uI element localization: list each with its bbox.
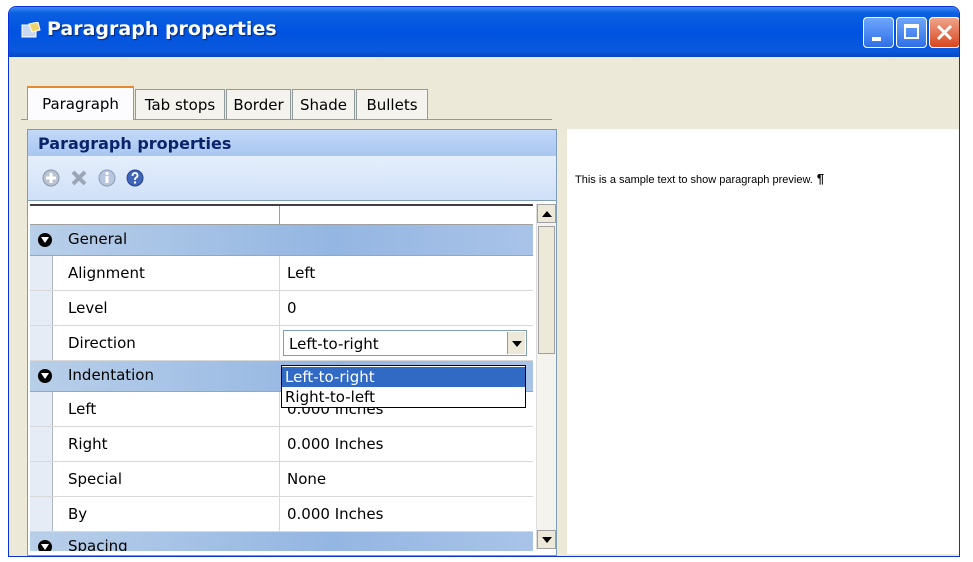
- paragraph-properties-window: Paragraph properties Paragraph Tab stops…: [8, 6, 960, 557]
- scroll-up-button[interactable]: [537, 204, 556, 223]
- grid-header: [30, 206, 533, 225]
- chevron-down-icon: [41, 544, 49, 550]
- property-value[interactable]: 0: [287, 299, 297, 317]
- maximize-button[interactable]: [896, 17, 927, 48]
- paragraph-mark: ¶: [816, 171, 825, 186]
- tab-border[interactable]: Border: [226, 89, 291, 119]
- help-icon[interactable]: [126, 169, 144, 187]
- dropdown-option-right-to-left[interactable]: Right-to-left: [282, 387, 525, 407]
- tab-strip: Paragraph Tab stops Border Shade Bullets: [21, 77, 552, 120]
- tab-bullets[interactable]: Bullets: [356, 89, 428, 119]
- paragraph-app-icon: [21, 22, 41, 38]
- column-separator: [279, 427, 280, 461]
- category-label: General: [68, 230, 128, 248]
- delete-icon[interactable]: [70, 169, 88, 187]
- row-gutter: [30, 497, 53, 531]
- property-name: By: [68, 505, 88, 523]
- column-separator: [279, 462, 280, 496]
- window-title: Paragraph properties: [47, 18, 277, 40]
- property-name: Alignment: [68, 264, 145, 282]
- property-name: Right: [68, 435, 108, 453]
- tab-shade[interactable]: Shade: [292, 89, 355, 119]
- maximize-icon: [904, 24, 919, 39]
- property-value[interactable]: Left: [287, 264, 315, 282]
- dropdown-button[interactable]: [507, 332, 525, 354]
- info-icon[interactable]: [98, 169, 116, 187]
- add-icon[interactable]: [42, 169, 60, 187]
- scroll-thumb[interactable]: [538, 226, 555, 354]
- tab-border-label: Border: [233, 95, 284, 114]
- collapse-toggle-icon[interactable]: [38, 540, 52, 551]
- chevron-down-icon: [41, 237, 49, 243]
- property-value[interactable]: 0.000 Inches: [287, 505, 383, 523]
- direction-select-value: Left-to-right: [289, 335, 379, 353]
- tab-shade-label: Shade: [300, 95, 347, 114]
- row-gutter: [30, 462, 53, 496]
- direction-dropdown-list: Left-to-right Right-to-left: [281, 365, 526, 408]
- title-bar[interactable]: Paragraph properties: [9, 7, 959, 57]
- close-button[interactable]: [929, 17, 959, 48]
- direction-select[interactable]: Left-to-right: [283, 330, 527, 356]
- property-name: Direction: [68, 334, 136, 352]
- row-gutter: [30, 392, 53, 426]
- column-separator: [279, 256, 280, 290]
- property-row-direction[interactable]: Direction Left-to-right: [30, 326, 533, 361]
- preview-text: This is a sample text to show paragraph …: [575, 174, 813, 186]
- panel-toolbar: [28, 156, 556, 201]
- property-row-level[interactable]: Level 0: [30, 291, 533, 326]
- dropdown-option-left-to-right[interactable]: Left-to-right: [282, 367, 525, 387]
- column-separator: [279, 392, 280, 426]
- paragraph-preview: This is a sample text to show paragraph …: [567, 129, 959, 554]
- row-gutter: [30, 291, 53, 325]
- properties-panel: Paragraph properties General Alignment L…: [27, 129, 557, 556]
- column-separator: [279, 326, 280, 360]
- row-gutter: [30, 427, 53, 461]
- close-icon: [936, 24, 953, 41]
- property-value[interactable]: 0.000 Inches: [287, 435, 383, 453]
- vertical-scrollbar[interactable]: [536, 204, 556, 549]
- category-label: Indentation: [68, 366, 154, 384]
- arrow-up-icon: [542, 211, 552, 217]
- property-name: Special: [68, 470, 123, 488]
- property-row-by[interactable]: By 0.000 Inches: [30, 497, 533, 532]
- category-spacing[interactable]: Spacing: [30, 532, 533, 551]
- chevron-down-icon: [41, 373, 49, 379]
- row-gutter: [30, 256, 53, 290]
- category-general[interactable]: General: [30, 225, 533, 256]
- tab-tab-stops-label: Tab stops: [144, 95, 216, 114]
- collapse-toggle-icon[interactable]: [38, 233, 52, 247]
- minimize-button[interactable]: [863, 17, 894, 48]
- arrow-down-icon: [542, 537, 552, 543]
- column-separator: [279, 291, 280, 325]
- panel-header: Paragraph properties: [28, 130, 556, 156]
- tab-paragraph-label: Paragraph: [42, 95, 119, 113]
- chevron-down-icon: [512, 341, 522, 347]
- grid-header-separator: [279, 206, 280, 224]
- minimize-icon: [872, 37, 881, 41]
- scroll-down-button[interactable]: [537, 530, 556, 549]
- property-name: Level: [68, 299, 108, 317]
- collapse-toggle-icon[interactable]: [38, 369, 52, 383]
- row-gutter: [30, 326, 53, 360]
- column-separator: [279, 497, 280, 531]
- property-row-right[interactable]: Right 0.000 Inches: [30, 427, 533, 462]
- tab-paragraph[interactable]: Paragraph: [27, 86, 134, 120]
- tab-bullets-label: Bullets: [366, 95, 418, 114]
- property-row-special[interactable]: Special None: [30, 462, 533, 497]
- tab-tab-stops[interactable]: Tab stops: [135, 89, 225, 119]
- preview-text-line: This is a sample text to show paragraph …: [575, 171, 824, 186]
- property-value[interactable]: None: [287, 470, 326, 488]
- category-label: Spacing: [68, 537, 128, 551]
- property-row-alignment[interactable]: Alignment Left: [30, 256, 533, 291]
- property-name: Left: [68, 400, 97, 418]
